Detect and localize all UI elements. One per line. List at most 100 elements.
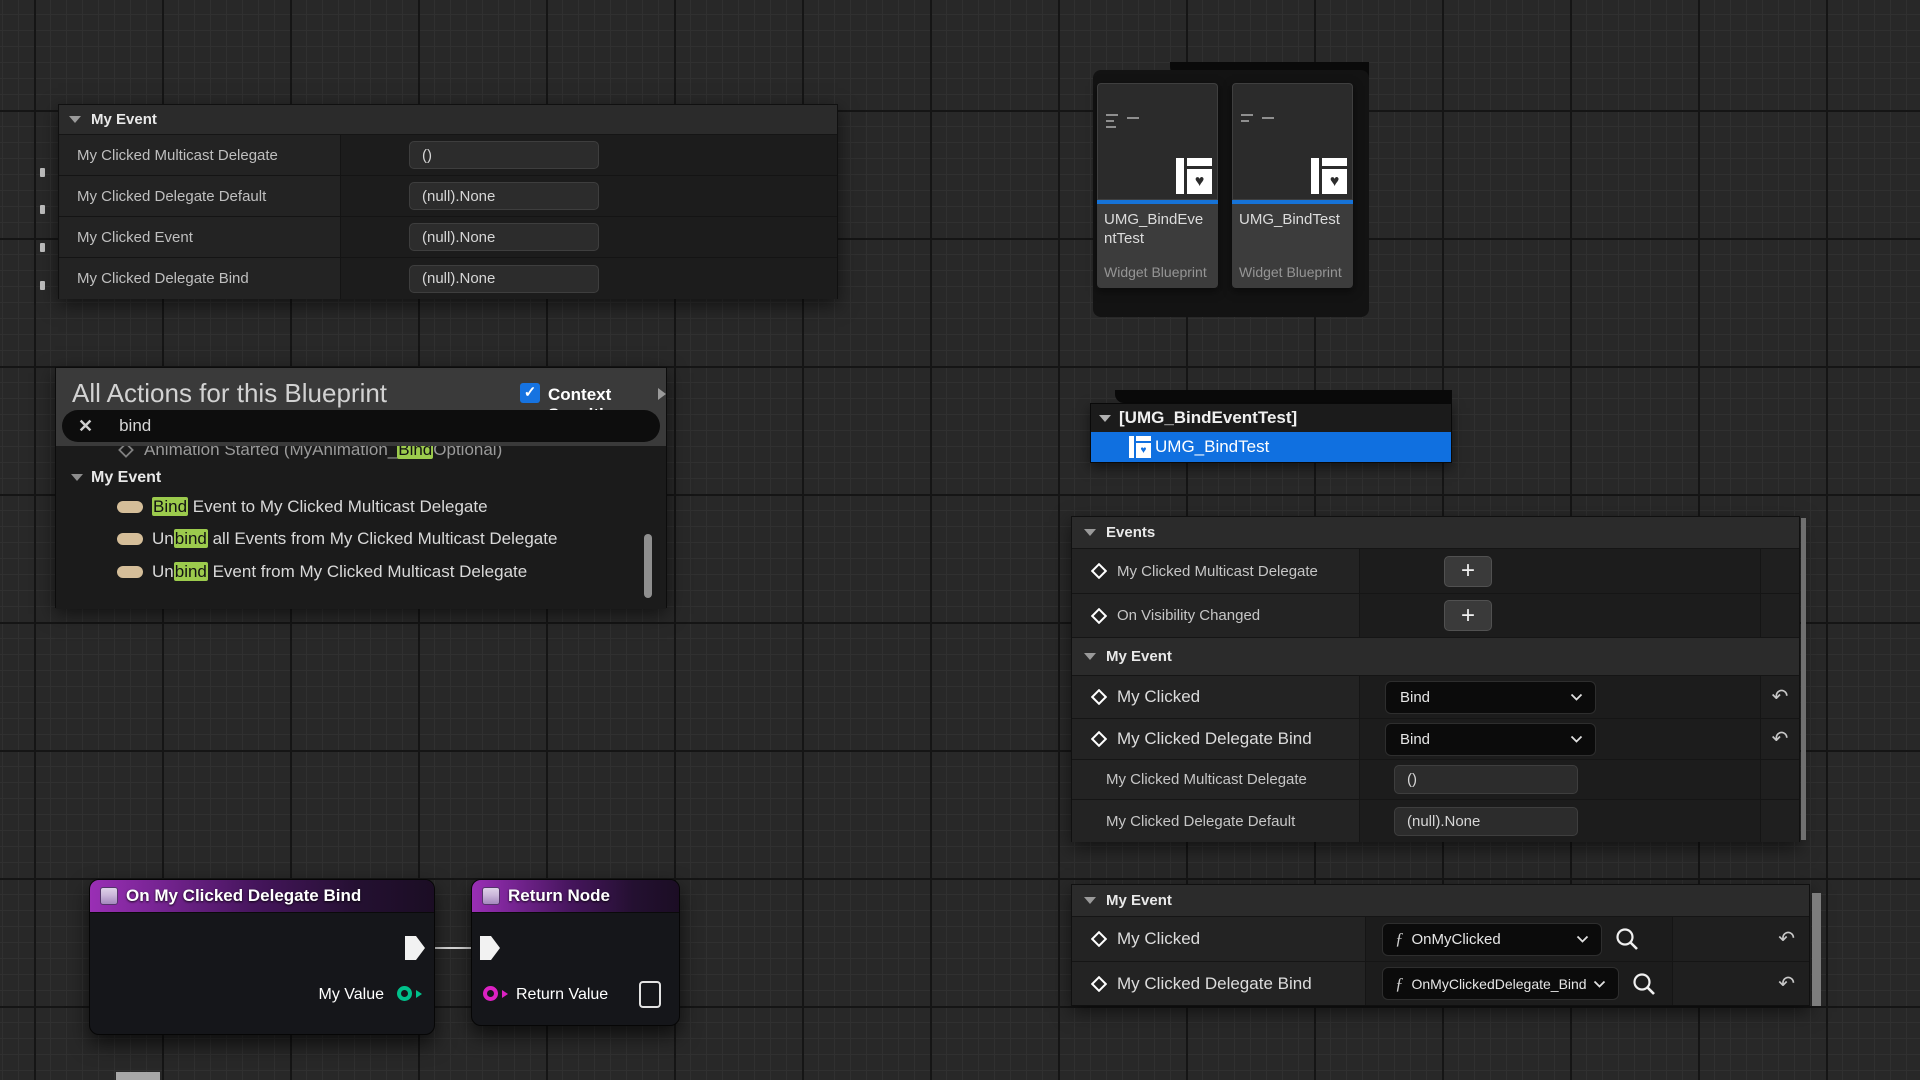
asset-name: UMG_BindTest <box>1232 204 1353 229</box>
search-match-highlight: bind <box>174 529 208 548</box>
property-label: My Clicked <box>1117 929 1200 949</box>
property-label: My Clicked Delegate Bind <box>1117 974 1312 994</box>
chevron-down-icon <box>1570 693 1583 701</box>
event-diamond-icon <box>1091 931 1107 947</box>
collapse-triangle-icon[interactable] <box>1084 653 1096 660</box>
property-label: My Clicked Multicast Delegate <box>1106 771 1307 788</box>
widget-blueprint-icon: ♥ <box>1311 158 1347 194</box>
asset-tile-umg-bindtest[interactable]: ♥ UMG_BindTest Widget Blueprint <box>1232 83 1353 288</box>
bind-row-my-clicked: My Clicked Bind ↶ <box>1072 676 1799 719</box>
actions-list: Animation Started (MyAnimation_BindOptio… <box>56 446 666 609</box>
event-label: My Clicked Multicast Delegate <box>1117 563 1318 580</box>
add-event-button[interactable]: + <box>1444 600 1492 631</box>
property-value-field[interactable]: (null).None <box>409 223 599 251</box>
function-icon: ƒ <box>1395 974 1404 994</box>
property-row: My Clicked Multicast Delegate () <box>59 135 837 176</box>
value-output-pin[interactable] <box>397 986 412 1001</box>
exec-output-pin[interactable] <box>405 936 425 960</box>
exec-input-pin[interactable] <box>480 936 500 960</box>
scrollbar-thumb[interactable] <box>644 534 652 598</box>
window-edge-mark <box>40 281 45 290</box>
event-diamond-icon <box>1091 608 1107 624</box>
browse-to-function-icon[interactable] <box>1614 926 1640 952</box>
property-value-field[interactable]: () <box>409 141 599 169</box>
property-label: My Clicked <box>1117 687 1200 707</box>
property-row: My Clicked Multicast Delegate () <box>1072 760 1799 800</box>
action-item-label: Unbind all Events from My Clicked Multic… <box>152 529 557 549</box>
details-panel-events: Events My Clicked Multicast Delegate + <box>1071 516 1800 842</box>
event-diamond-icon <box>1091 689 1107 705</box>
search-match-highlight: Bind <box>152 497 188 516</box>
category-header-my-event[interactable]: My Event <box>1072 885 1809 917</box>
scrollbar-thumb[interactable] <box>1801 518 1806 840</box>
node-header: On My Clicked Delegate Bind <box>90 880 434 913</box>
bound-function-dropdown[interactable]: ƒ OnMyClicked <box>1382 923 1602 956</box>
function-icon: ƒ <box>1395 929 1404 949</box>
event-diamond-icon <box>1091 976 1107 992</box>
node-on-my-clicked-delegate-bind[interactable]: On My Clicked Delegate Bind My Value <box>89 879 435 1035</box>
collapse-triangle-icon[interactable] <box>69 116 81 123</box>
asset-tile-umg-bindeventtest[interactable]: ♥ UMG_BindEventTest Widget Blueprint <box>1097 83 1218 288</box>
details-panel-function-bindings: My Event My Clicked ƒ OnMyClicked <box>1071 884 1810 1006</box>
tree-item-label: UMG_BindTest <box>1155 437 1269 457</box>
flyout-arrow-icon[interactable] <box>658 388 666 400</box>
property-label: My Clicked Delegate Default <box>59 176 341 216</box>
actions-search-box[interactable]: ✕ bind <box>62 410 660 442</box>
asset-caption: UMG_BindEventTest Widget Blueprint <box>1097 204 1218 288</box>
browse-to-function-icon[interactable] <box>1631 971 1657 997</box>
add-event-button[interactable]: + <box>1444 556 1492 587</box>
action-item-bind-event[interactable]: Bind Event to My Clicked Multicast Deleg… <box>56 491 488 523</box>
property-label: My Clicked Multicast Delegate <box>59 135 341 175</box>
property-label: My Clicked Delegate Bind <box>1117 729 1312 749</box>
node-header: Return Node <box>472 880 679 913</box>
tree-root-label: [UMG_BindEventTest] <box>1119 408 1297 428</box>
action-item-label: Bind Event to My Clicked Multicast Deleg… <box>152 497 488 517</box>
tree-selected-row-umg-bindtest[interactable]: ♥ UMG_BindTest <box>1091 432 1451 462</box>
action-item-unbind-all[interactable]: Unbind all Events from My Clicked Multic… <box>56 523 557 555</box>
collapse-triangle-icon[interactable] <box>1084 529 1096 536</box>
input-pin-label: Return Value <box>516 986 608 1004</box>
category-header-my-event[interactable]: My Event <box>1072 638 1799 676</box>
reset-to-default-icon[interactable]: ↶ <box>1772 687 1789 707</box>
category-header-events[interactable]: Events <box>1072 517 1799 549</box>
asset-type: Widget Blueprint <box>1104 264 1207 280</box>
clear-search-icon[interactable]: ✕ <box>78 417 93 435</box>
context-sensitive-checkbox[interactable]: ✓ <box>520 383 540 403</box>
dock-tab-fragment <box>1115 390 1452 403</box>
scrollbar-thumb[interactable] <box>1812 893 1821 1006</box>
event-diamond-icon <box>1091 563 1107 579</box>
reset-to-default-icon[interactable]: ↶ <box>1772 729 1789 749</box>
bound-function-dropdown[interactable]: ƒ OnMyClickedDelegate_Bind <box>1382 967 1619 1000</box>
action-item-unbind-event[interactable]: Unbind Event from My Clicked Multicast D… <box>56 556 527 588</box>
bind-mode-dropdown[interactable]: Bind <box>1385 681 1596 714</box>
thumb-text-mark <box>1241 114 1253 116</box>
window-edge-strip <box>116 1072 160 1080</box>
window-edge-mark <box>40 243 45 252</box>
popup-title: All Actions for this Blueprint <box>72 378 387 409</box>
property-value-field[interactable]: (null).None <box>409 182 599 210</box>
collapse-triangle-icon[interactable] <box>1099 415 1111 422</box>
property-value-field[interactable]: (null).None <box>409 265 599 293</box>
reset-to-default-icon[interactable]: ↶ <box>1778 974 1795 994</box>
node-title: On My Clicked Delegate Bind <box>126 886 361 906</box>
property-value-field[interactable]: (null).None <box>1394 807 1578 836</box>
reset-to-default-icon[interactable]: ↶ <box>1778 929 1795 949</box>
event-diamond-icon <box>1091 731 1107 747</box>
tree-root-row[interactable]: [UMG_BindEventTest] <box>1091 404 1451 432</box>
actions-category-my-event[interactable]: My Event <box>56 464 161 491</box>
property-label: My Clicked Delegate Default <box>1106 813 1295 830</box>
event-label: On Visibility Changed <box>1117 607 1260 624</box>
bind-mode-dropdown[interactable]: Bind <box>1385 723 1596 756</box>
all-actions-popup: Animation Started (MyAnimation_BindOptio… <box>55 367 667 608</box>
bool-value-checkbox[interactable] <box>639 981 661 1008</box>
thumb-text-mark <box>1241 120 1249 122</box>
window-edge-mark <box>40 205 45 214</box>
search-input-value[interactable]: bind <box>119 416 151 436</box>
return-value-input-pin[interactable] <box>483 986 498 1001</box>
node-return-node[interactable]: Return Node Return Value <box>471 879 680 1026</box>
chevron-down-icon <box>1576 935 1589 943</box>
collapse-triangle-icon[interactable] <box>1084 897 1096 904</box>
category-header-my-event[interactable]: My Event <box>59 105 837 135</box>
collapse-triangle-icon <box>71 474 83 481</box>
property-value-field[interactable]: () <box>1394 765 1578 794</box>
